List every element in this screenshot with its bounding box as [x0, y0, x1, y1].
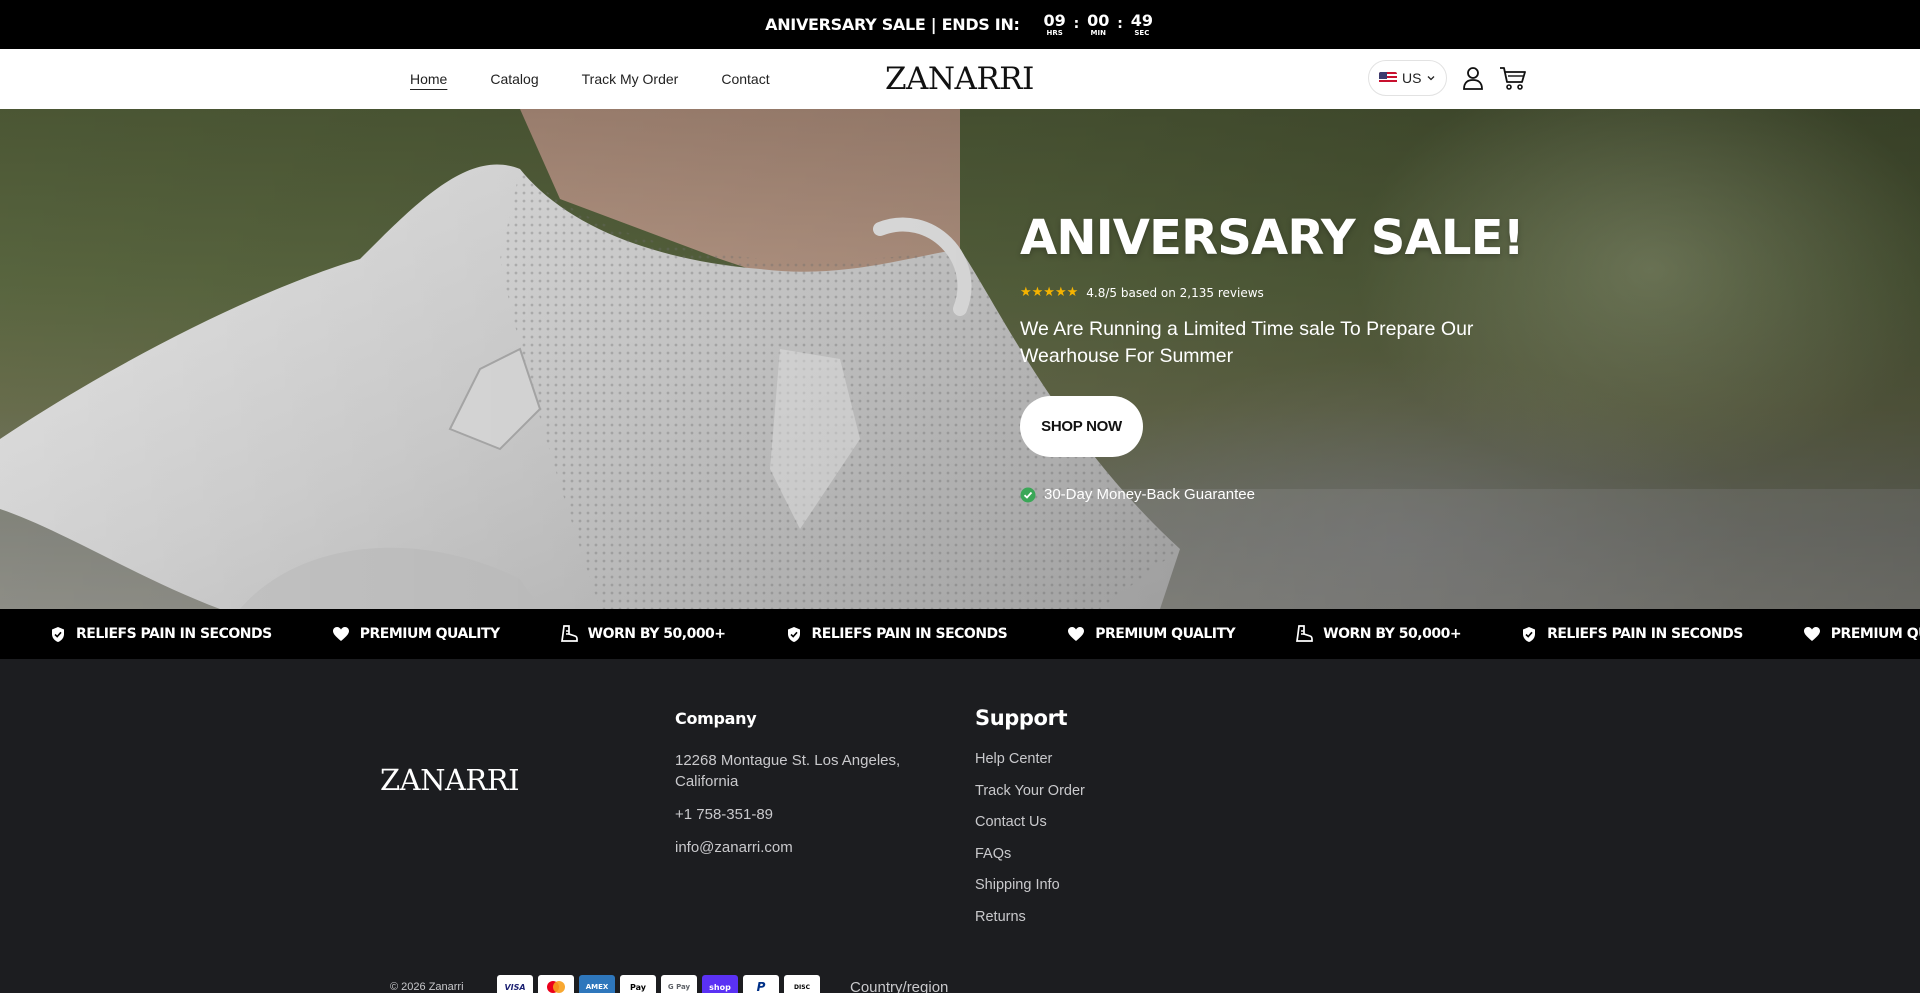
timer-hours: 09 HRS: [1042, 12, 1068, 38]
hero-banner: ANIVERSARY SALE! ★★★★★ 4.8/5 based on 2,…: [0, 109, 1920, 609]
hero-overlay: [0, 109, 1920, 609]
marquee-text: PREMIUM QUALITY: [359, 626, 500, 642]
announcement-text: ANIVERSARY SALE | ENDS IN:: [765, 15, 1020, 34]
account-button[interactable]: [1459, 63, 1487, 93]
cart-button[interactable]: [1499, 63, 1527, 93]
marquee-item: RELIEFS PAIN IN SECONDS: [786, 626, 1008, 643]
us-flag-icon: [1379, 72, 1397, 84]
timer-separator: :: [1117, 15, 1123, 32]
marquee-text: PREMIUM QUALITY: [1830, 626, 1920, 642]
amex-icon: AMEX: [579, 975, 615, 993]
rating-summary: ★★★★★ 4.8/5 based on 2,135 reviews: [1020, 285, 1264, 300]
marquee-text: WORN BY 50,000+: [587, 626, 726, 642]
nav-contact[interactable]: Contact: [721, 71, 769, 87]
company-email[interactable]: info@zanarri.com: [675, 839, 935, 856]
boot-icon: [560, 625, 578, 642]
marquee-text: WORN BY 50,000+: [1323, 626, 1462, 642]
google-pay-icon: G Pay: [661, 975, 697, 993]
heart-icon: [332, 627, 349, 641]
mastercard-icon: [538, 975, 574, 993]
company-phone[interactable]: +1 758-351-89: [675, 806, 935, 823]
locale-label: US: [1402, 70, 1422, 86]
header-tools: US: [1368, 60, 1527, 96]
shield-icon: [1523, 626, 1536, 642]
link-shipping-info[interactable]: Shipping Info: [975, 876, 1085, 896]
guarantee-text: 30-Day Money-Back Guarantee: [1044, 486, 1255, 503]
chevron-down-icon: [1427, 76, 1435, 81]
main-nav: Home Catalog Track My Order Contact: [410, 49, 770, 109]
discover-icon: DISC: [784, 975, 820, 993]
timer-seconds-label: SEC: [1134, 28, 1150, 37]
company-title: Company: [675, 709, 757, 728]
payment-methods: VISA AMEX Pay G Pay shop P DISC: [497, 975, 820, 993]
timer-seconds: 49 SEC: [1129, 12, 1155, 38]
marquee-item: WORN BY 50,000+: [560, 625, 726, 643]
marquee-item: RELIEFS PAIN IN SECONDS: [1521, 626, 1743, 643]
check-badge-icon: [1020, 487, 1036, 502]
footer-logo[interactable]: ZANARRI: [380, 763, 520, 797]
nav-home[interactable]: Home: [410, 71, 447, 87]
shield-icon: [787, 626, 800, 642]
timer-minutes-value: 00: [1087, 10, 1110, 30]
link-returns[interactable]: Returns: [975, 908, 1085, 928]
timer-separator: :: [1073, 15, 1080, 32]
user-icon: [1463, 67, 1484, 90]
nav-track-order[interactable]: Track My Order: [582, 71, 679, 87]
paypal-icon: P: [743, 975, 779, 993]
copyright-text: © 2026 Zanarri: [390, 981, 464, 993]
link-track-order[interactable]: Track Your Order: [975, 782, 1085, 802]
company-address: 12268 Montague St. Los Angeles, Californ…: [675, 752, 901, 790]
visa-icon: VISA: [497, 975, 533, 993]
marquee-text: RELIEFS PAIN IN SECONDS: [1547, 626, 1743, 642]
country-region-selector[interactable]: Country/region: [850, 979, 948, 993]
benefits-marquee: RELIEFS PAIN IN SECONDS PREMIUM QUALITY …: [0, 609, 1920, 659]
marquee-item: PREMIUM QUALITY: [332, 626, 500, 642]
marquee-track: RELIEFS PAIN IN SECONDS PREMIUM QUALITY …: [50, 609, 1920, 659]
timer-seconds-value: 49: [1130, 10, 1153, 30]
star-rating-icon: ★★★★★: [1020, 285, 1079, 300]
site-logo[interactable]: ZANARRI: [885, 61, 1034, 97]
marquee-item: PREMIUM QUALITY: [1803, 626, 1920, 642]
guarantee-note: 30-Day Money-Back Guarantee: [1020, 486, 1255, 503]
locale-selector[interactable]: US: [1368, 60, 1448, 96]
nav-catalog[interactable]: Catalog: [490, 71, 538, 87]
shop-pay-icon: shop: [702, 975, 738, 993]
countdown-timer: 09 HRS : 00 MIN : 49 SEC: [1042, 12, 1155, 38]
marquee-text: PREMIUM QUALITY: [1095, 626, 1236, 642]
shop-now-button[interactable]: SHOP NOW: [1020, 396, 1143, 457]
link-faqs[interactable]: FAQs: [975, 845, 1085, 865]
heart-icon: [1803, 627, 1820, 641]
announcement-bar: ANIVERSARY SALE | ENDS IN: 09 HRS : 00 M…: [0, 0, 1920, 49]
apple-pay-icon: Pay: [620, 975, 656, 993]
timer-hours-label: HRS: [1046, 28, 1063, 37]
support-links: Help Center Track Your Order Contact Us …: [975, 750, 1085, 927]
cart-icon: [1500, 67, 1527, 90]
timer-minutes: 00 MIN: [1085, 12, 1111, 38]
footer-bottom: © 2026 Zanarri VISA AMEX Pay G Pay shop …: [390, 975, 948, 993]
site-header: Home Catalog Track My Order Contact ZANA…: [0, 49, 1920, 109]
marquee-text: RELIEFS PAIN IN SECONDS: [811, 626, 1008, 642]
marquee-item: PREMIUM QUALITY: [1067, 626, 1236, 642]
marquee-item: WORN BY 50,000+: [1295, 625, 1462, 643]
rating-text: 4.8/5 based on 2,135 reviews: [1086, 285, 1264, 300]
boot-icon: [1296, 625, 1314, 642]
heart-icon: [1068, 627, 1085, 641]
hero-subtitle: We Are Running a Limited Time sale To Pr…: [1020, 318, 1474, 367]
marquee-text: RELIEFS PAIN IN SECONDS: [76, 626, 272, 642]
marquee-item: RELIEFS PAIN IN SECONDS: [50, 626, 272, 643]
link-help-center[interactable]: Help Center: [975, 750, 1085, 770]
timer-minutes-label: MIN: [1090, 28, 1106, 37]
hero-title: ANIVERSARY SALE!: [1020, 210, 1525, 266]
timer-hours-value: 09: [1043, 10, 1066, 30]
footer-company: Company 12268 Montague St. Los Angeles, …: [675, 709, 935, 856]
footer-support: Support Help Center Track Your Order Con…: [975, 706, 1085, 927]
shield-icon: [52, 626, 64, 642]
link-contact-us[interactable]: Contact Us: [975, 813, 1085, 833]
site-footer: ZANARRI Company 12268 Montague St. Los A…: [0, 659, 1920, 993]
support-title: Support: [975, 706, 1068, 730]
